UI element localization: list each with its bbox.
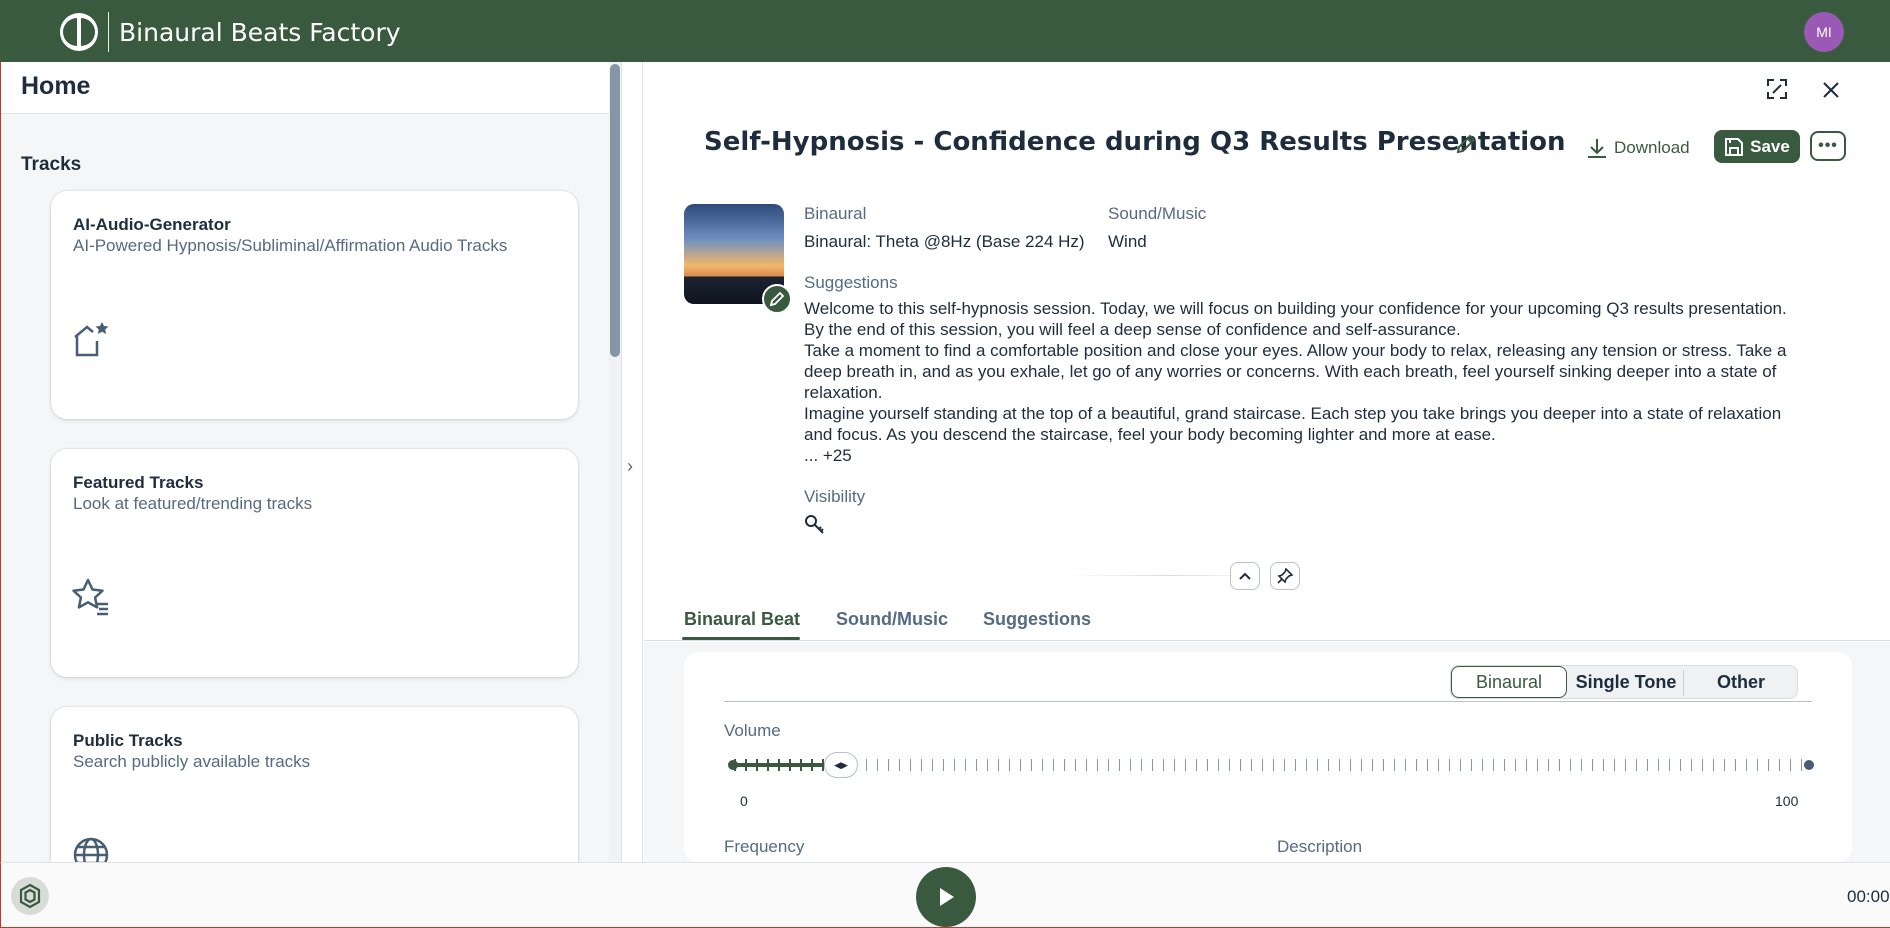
object-page: Self-Hypnosis - Confidence during Q3 Res… [644,62,1890,862]
description-label: Description [1277,837,1363,856]
edit-title-icon[interactable] [1454,132,1478,161]
save-button[interactable]: Save [1714,130,1800,163]
key-icon [804,514,826,541]
tile-ai-audio-generator[interactable]: AI-Audio-Generator AI-Powered Hypnosis/S… [51,191,578,419]
download-label: Download [1614,138,1690,157]
tab-sound-music[interactable]: Sound/Music [836,609,948,630]
shell-bar: Binaural Beats Factory MI [0,0,1890,62]
suggestions-label: Suggestions [804,273,898,292]
tile-title: Featured Tracks [73,473,204,492]
volume-slider[interactable]: ◀▶ [724,751,1814,781]
pin-icon [1277,568,1293,584]
playback-time: 00:00 [1847,887,1890,906]
slider-ticks [734,759,1804,771]
suggestions-more[interactable]: ... +25 [804,445,1814,466]
segment-underline [724,701,1812,702]
tracks-section-label: Tracks [21,154,82,175]
left-pane-header: Home [1,62,609,114]
chevron-right-icon[interactable]: › [627,456,633,477]
globe-icon [71,835,111,862]
frequency-label: Frequency [724,837,805,856]
segment-single-tone[interactable]: Single Tone [1569,666,1683,698]
close-icon[interactable] [1822,79,1840,105]
slider-min-label: 0 [740,793,748,809]
visibility-label: Visibility [804,487,866,506]
home-star-icon [71,319,111,359]
suggestion-line: Welcome to this self-hypnosis session. T… [804,299,1787,318]
pin-header-button[interactable] [1270,562,1300,590]
tab-suggestions[interactable]: Suggestions [983,609,1091,630]
segment-other[interactable]: Other [1685,666,1797,698]
binaural-label: Binaural [804,204,867,223]
logo-divider [108,12,109,52]
player-logo-icon[interactable] [11,877,49,915]
play-icon [940,888,954,906]
segment-binaural[interactable]: Binaural [1451,666,1567,698]
tile-subtitle: Look at featured/trending tracks [73,494,313,513]
tile-featured-tracks[interactable]: Featured Tracks Look at featured/trendin… [51,449,578,677]
collapse-header-button[interactable] [1230,562,1260,590]
star-list-icon [71,577,111,617]
left-pane: Home Tracks AI-Audio-Generator AI-Powere… [0,62,612,862]
sound-label: Sound/Music [1108,204,1207,223]
save-label: Save [1750,136,1790,156]
tab-bar: Binaural Beat Sound/Music Suggestions [644,597,1890,641]
save-icon [1725,137,1744,156]
fullscreen-icon[interactable] [1766,78,1788,106]
tile-subtitle: Search publicly available tracks [73,752,311,771]
sound-value: Wind [1108,232,1147,251]
slider-end-dot [1804,760,1814,770]
app-logo-icon[interactable] [60,13,98,51]
edit-cover-icon[interactable] [762,284,792,314]
suggestion-line: Take a moment to find a comfortable posi… [804,341,1787,402]
page-title: Home [21,72,91,100]
left-pane-scrollbar-thumb[interactable] [610,64,620,357]
slider-max-label: 100 [1775,793,1799,809]
suggestions-text: Welcome to this self-hypnosis session. T… [804,298,1814,466]
volume-label: Volume [724,721,781,740]
tile-title: AI-Audio-Generator [73,215,231,234]
play-button[interactable] [916,867,976,927]
segment-divider [1683,670,1684,696]
tab-binaural-beat[interactable]: Binaural Beat [684,609,800,630]
download-icon [1588,139,1606,158]
suggestion-line: By the end of this session, you will fee… [804,320,1461,339]
tile-subtitle: AI-Powered Hypnosis/Subliminal/Affirmati… [73,236,508,255]
user-avatar[interactable]: MI [1804,12,1844,52]
slider-handle[interactable]: ◀▶ [824,752,858,778]
tile-title: Public Tracks [73,731,183,750]
object-title: Self-Hypnosis - Confidence during Q3 Res… [704,127,1566,157]
chevron-up-icon [1239,572,1251,580]
slider-start-dot [728,760,738,770]
tile-public-tracks[interactable]: Public Tracks Search publicly available … [51,707,578,862]
app-title[interactable]: Binaural Beats Factory [119,18,401,47]
tone-type-segmented-button: Binaural Single Tone Other [1450,665,1798,699]
more-actions-button[interactable]: ••• [1810,131,1846,161]
player-bar: 00:00 [0,862,1890,928]
download-button[interactable]: Download [1586,132,1690,164]
suggestion-line: Imagine yourself standing at the top of … [804,404,1782,444]
active-tab-indicator [682,637,800,640]
binaural-value: Binaural: Theta @8Hz (Base 224 Hz) [804,232,1085,251]
